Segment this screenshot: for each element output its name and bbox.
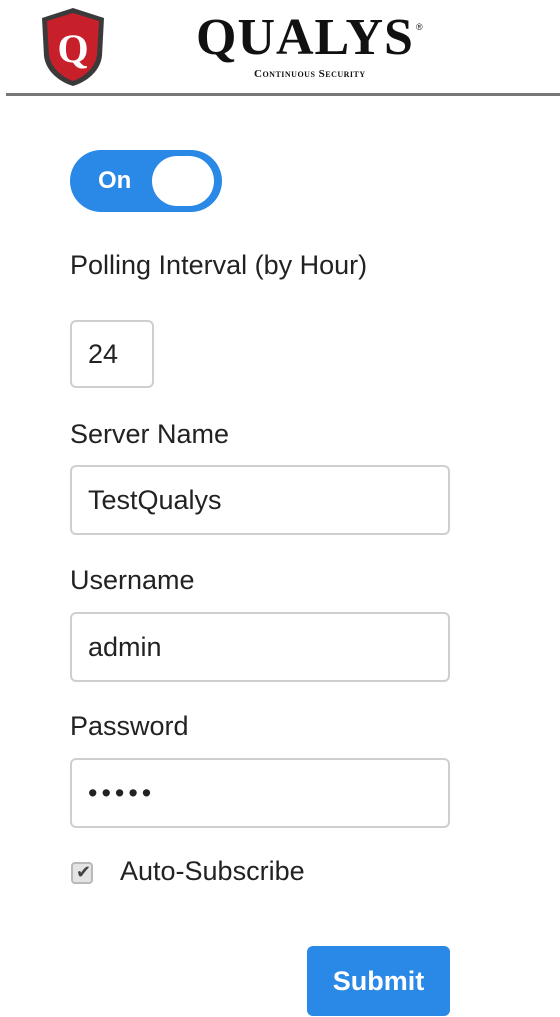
- toggle-knob: [152, 156, 214, 206]
- checkmark-icon: ✔: [76, 862, 92, 882]
- username-input[interactable]: [70, 612, 450, 682]
- server-name-label: Server Name: [70, 419, 230, 449]
- server-name-input[interactable]: [70, 465, 450, 535]
- brand-logo: QUALYS ® Continuous Security: [196, 8, 436, 88]
- auto-subscribe-label[interactable]: Auto-Subscribe: [120, 855, 305, 887]
- qualys-settings-page: Q QUALYS ® Continuous Security On Pollin…: [0, 0, 560, 1017]
- header-divider: [6, 93, 560, 96]
- toggle-label: On: [98, 167, 132, 194]
- polling-toggle[interactable]: On: [70, 150, 222, 212]
- polling-interval-label: Polling Interval (by Hour): [70, 250, 368, 280]
- password-label: Password: [70, 711, 189, 741]
- username-label: Username: [70, 565, 195, 595]
- qualys-shield-icon: Q: [42, 8, 104, 86]
- logo-letter: Q: [57, 26, 88, 71]
- polling-interval-input[interactable]: [70, 320, 154, 388]
- header: Q QUALYS ® Continuous Security: [0, 0, 560, 96]
- brand-registered-mark: ®: [416, 22, 423, 32]
- submit-button[interactable]: Submit: [307, 946, 450, 1016]
- auto-subscribe-checkbox[interactable]: ✔: [71, 862, 93, 884]
- brand-name: QUALYS: [196, 9, 414, 66]
- brand-tagline: Continuous Security: [254, 68, 366, 80]
- password-input[interactable]: [70, 758, 450, 828]
